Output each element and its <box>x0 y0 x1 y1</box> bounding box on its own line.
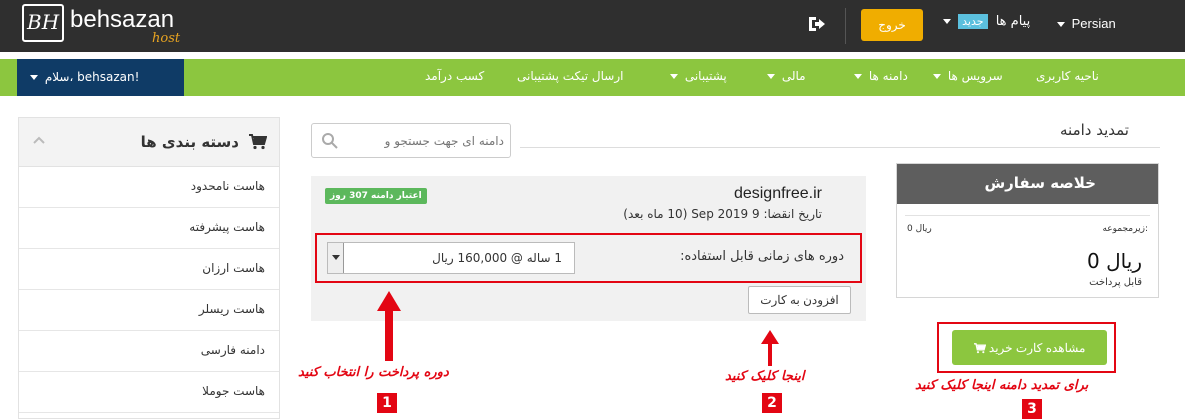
expiry-date: تاریخ انقضا: 9 Sep 2019 (10 ماه بعد) <box>623 207 822 221</box>
period-select[interactable]: 1 ساله @ 160,000 ریال <box>327 242 575 274</box>
view-cart-label: مشاهده کارت خرید <box>988 340 1086 355</box>
summary-divider <box>905 215 1150 216</box>
nav-label: ناحیه کاربری <box>1036 69 1099 83</box>
chevron-down-icon <box>1057 22 1065 28</box>
search-icon[interactable] <box>321 132 339 150</box>
sidebar-item-joomla-host[interactable]: هاست جوملا <box>19 372 279 413</box>
chevron-down-icon <box>670 74 678 79</box>
chevron-down-icon <box>30 75 38 80</box>
chevron-down-icon <box>767 74 775 79</box>
order-summary: خلاصه سفارش زیرمجموعه: 0 ریال 0 ریال قاب… <box>896 163 1159 298</box>
header-divider <box>845 8 846 44</box>
nav-item-affiliates[interactable]: کسب درآمد <box>425 69 484 83</box>
add-to-cart-button[interactable]: افزودن به کارت <box>748 286 851 314</box>
validity-badge: اعتبار دامنه 307 روز <box>325 188 427 204</box>
sidebar-item-label: هاست ارزان <box>202 261 265 275</box>
messages-new-badge: جدید <box>958 14 988 29</box>
user-menu[interactable]: سلام، behsazan! <box>17 59 184 96</box>
chevron-down-icon <box>854 74 862 79</box>
cart-icon <box>249 134 267 150</box>
nav-item-domains[interactable]: دامنه ها <box>851 69 908 83</box>
nav-item-support[interactable]: پشتیبانی <box>667 69 727 83</box>
annotation-step2-number: 2 <box>762 393 782 413</box>
language-selector[interactable]: Persian <box>1054 16 1116 31</box>
cart-icon <box>973 342 986 354</box>
messages-menu[interactable]: جدید پیام ها <box>940 14 1030 29</box>
chevron-down-icon <box>332 255 340 260</box>
sidebar-item-label: هاست جوملا <box>202 384 265 398</box>
search-input[interactable] <box>348 131 504 151</box>
sidebar-item-advanced-host[interactable]: هاست پیشرفته <box>19 208 279 249</box>
nav-label: سرویس ها <box>947 69 1003 83</box>
annotation-step3: برای تمدید دامنه اینجا کلیک کنید <box>915 378 1089 393</box>
nav-label: ارسال تیکت پشتیبانی <box>517 69 624 83</box>
site-logo[interactable]: BH behsazan host <box>22 4 192 48</box>
language-label: Persian <box>1071 16 1116 31</box>
sign-out-icon[interactable] <box>808 15 826 33</box>
chevron-up-icon[interactable] <box>33 134 45 146</box>
domain-name: designfree.ir <box>733 185 822 202</box>
sidebar-item-label: دامنه فارسی <box>200 343 265 357</box>
title-divider <box>520 147 1160 148</box>
payable-label: قابل پرداخت <box>1089 277 1142 288</box>
sidebar-item-label: هاست پیشرفته <box>189 220 265 234</box>
annotation-step2: اینجا کلیک کنید <box>725 369 805 384</box>
view-cart-highlight-box: مشاهده کارت خرید <box>937 322 1116 373</box>
annotation-step3-number: 3 <box>1022 399 1042 419</box>
nav-label: دامنه ها <box>868 69 908 83</box>
logo-sub: host <box>152 31 181 46</box>
top-header: BH behsazan host خروج جدید پیام ها Persi… <box>0 0 1185 52</box>
summary-title: خلاصه سفارش <box>897 164 1158 204</box>
nav-label: مالی <box>781 69 806 83</box>
logout-button[interactable]: خروج <box>861 9 923 41</box>
sidebar-header: دسته بندی ها <box>19 118 279 167</box>
nav-item-open-ticket[interactable]: ارسال تیکت پشتیبانی <box>517 69 623 83</box>
sidebar-title: دسته بندی ها <box>140 133 239 151</box>
nav-item-client-area[interactable]: ناحیه کاربری <box>1036 69 1099 83</box>
logo-name: behsazan <box>70 6 175 33</box>
sidebar-item-label: هاست نامحدود <box>190 179 265 193</box>
user-greeting: سلام، behsazan! <box>44 70 140 84</box>
sidebar-item-unlimited-host[interactable]: هاست نامحدود <box>19 167 279 208</box>
view-cart-button[interactable]: مشاهده کارت خرید <box>952 330 1107 365</box>
nav-item-services[interactable]: سرویس ها <box>930 69 1003 83</box>
sidebar-item-persian-domain[interactable]: دامنه فارسی <box>19 331 279 372</box>
arrow-up-icon <box>761 330 779 366</box>
subtotal-value: 0 ریال <box>907 224 932 234</box>
messages-label: پیام ها <box>995 14 1031 29</box>
arrow-up-icon <box>377 291 401 361</box>
sidebar-item-reseller-host[interactable]: هاست ریسلر <box>19 290 279 331</box>
annotation-step1: دوره پرداخت را انتخاب کنید <box>298 365 449 380</box>
nav-label: کسب درآمد <box>425 69 485 83</box>
sidebar-item-label: هاست ریسلر <box>198 302 265 316</box>
categories-sidebar: دسته بندی ها هاست نامحدود هاست پیشرفته ه… <box>18 117 280 419</box>
nav-label: پشتیبانی <box>684 69 727 83</box>
total-amount: 0 ریال <box>1087 249 1142 273</box>
logo-mark: BH <box>27 10 60 34</box>
chevron-down-icon <box>943 19 951 24</box>
selected-period: 1 ساله @ 160,000 ریال <box>432 251 562 265</box>
period-label: دوره های زمانی قابل استفاده: <box>680 249 844 264</box>
annotation-step1-number: 1 <box>377 393 397 413</box>
select-dropdown-button[interactable] <box>328 243 344 273</box>
domain-search <box>311 123 511 158</box>
period-highlight-box: دوره های زمانی قابل استفاده: 1 ساله @ 16… <box>315 233 862 283</box>
nav-item-billing[interactable]: مالی <box>764 69 806 83</box>
chevron-down-icon <box>933 74 941 79</box>
subtotal-label: زیرمجموعه: <box>1102 224 1148 234</box>
sidebar-item-cheap-host[interactable]: هاست ارزان <box>19 249 279 290</box>
page-title: تمدید دامنه <box>1060 121 1129 139</box>
